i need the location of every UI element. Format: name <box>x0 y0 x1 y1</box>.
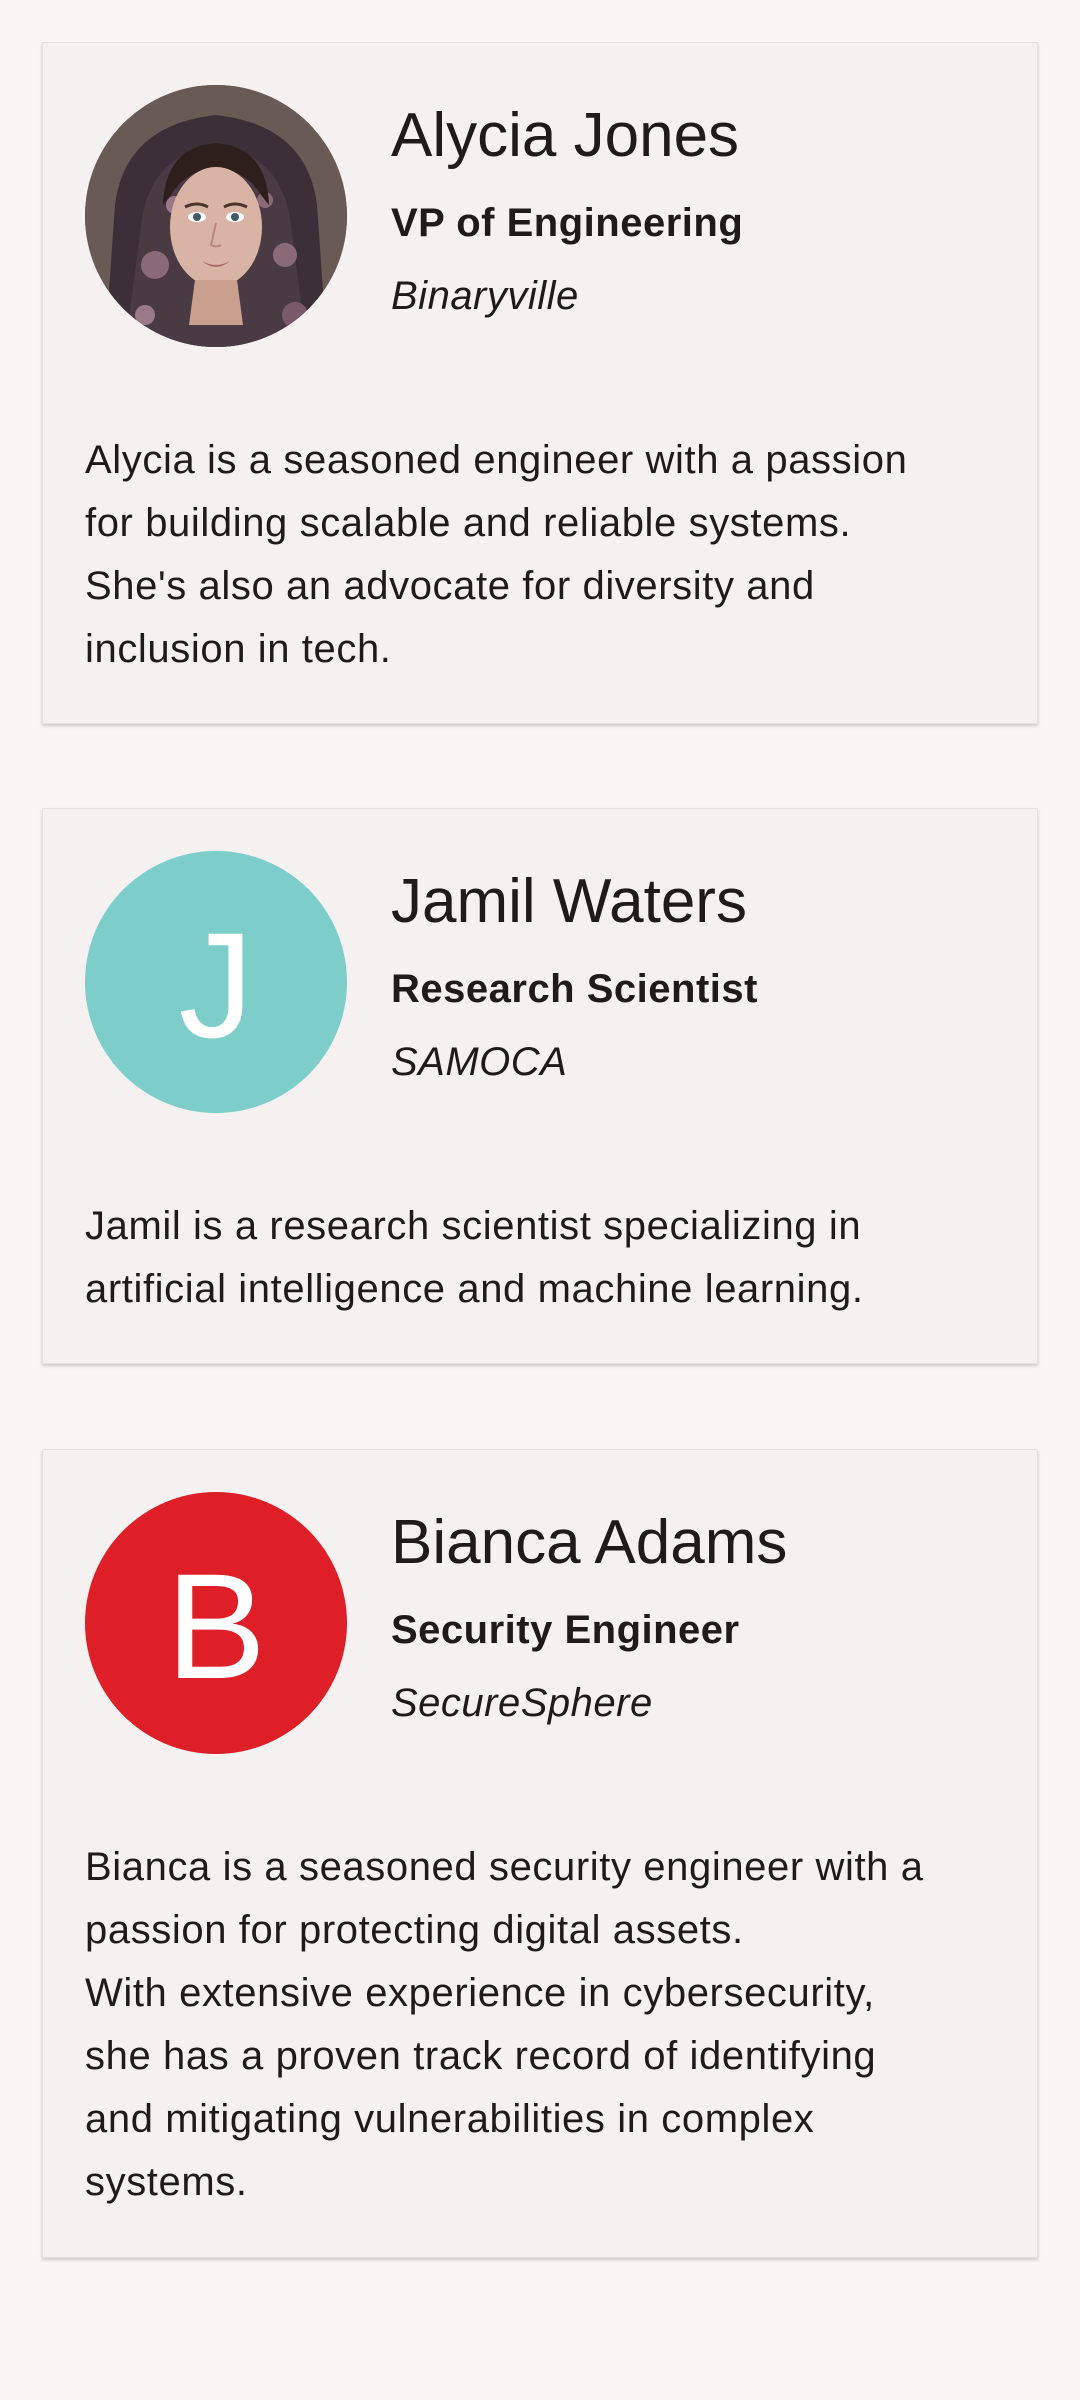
person-photo-icon <box>85 85 347 347</box>
profile-company: SecureSphere <box>391 1681 653 1725</box>
profile-company: Binaryville <box>391 274 579 318</box>
profile-name: Alycia Jones <box>391 101 740 170</box>
profile-company: SAMOCA <box>391 1040 568 1084</box>
profile-bio: Bianca is a seasoned security engineer w… <box>85 1845 924 2204</box>
profile-bio: Jamil is a research scientist specializi… <box>85 1204 864 1311</box>
profile-name: Jamil Waters <box>391 867 747 936</box>
avatar-letter: J <box>178 901 254 1069</box>
profile-card[interactable]: Alycia Jones VP of Engineering Binaryvil… <box>42 42 1038 724</box>
profile-role: Security Engineer <box>391 1608 740 1652</box>
profile-card[interactable]: B Bianca Adams Security Engineer SecureS… <box>42 1449 1038 2258</box>
profile-name: Bianca Adams <box>391 1508 788 1577</box>
profile-card[interactable]: J Jamil Waters Research Scientist SAMOCA… <box>42 808 1038 1364</box>
avatar-initial: J <box>85 851 347 1113</box>
profile-role: Research Scientist <box>391 967 758 1011</box>
avatar-letter: B <box>165 1542 267 1710</box>
profile-bio: Alycia is a seasoned engineer with a pas… <box>85 438 908 671</box>
avatar-photo <box>85 85 347 347</box>
profile-role: VP of Engineering <box>391 201 744 245</box>
avatar-initial: B <box>85 1492 347 1754</box>
